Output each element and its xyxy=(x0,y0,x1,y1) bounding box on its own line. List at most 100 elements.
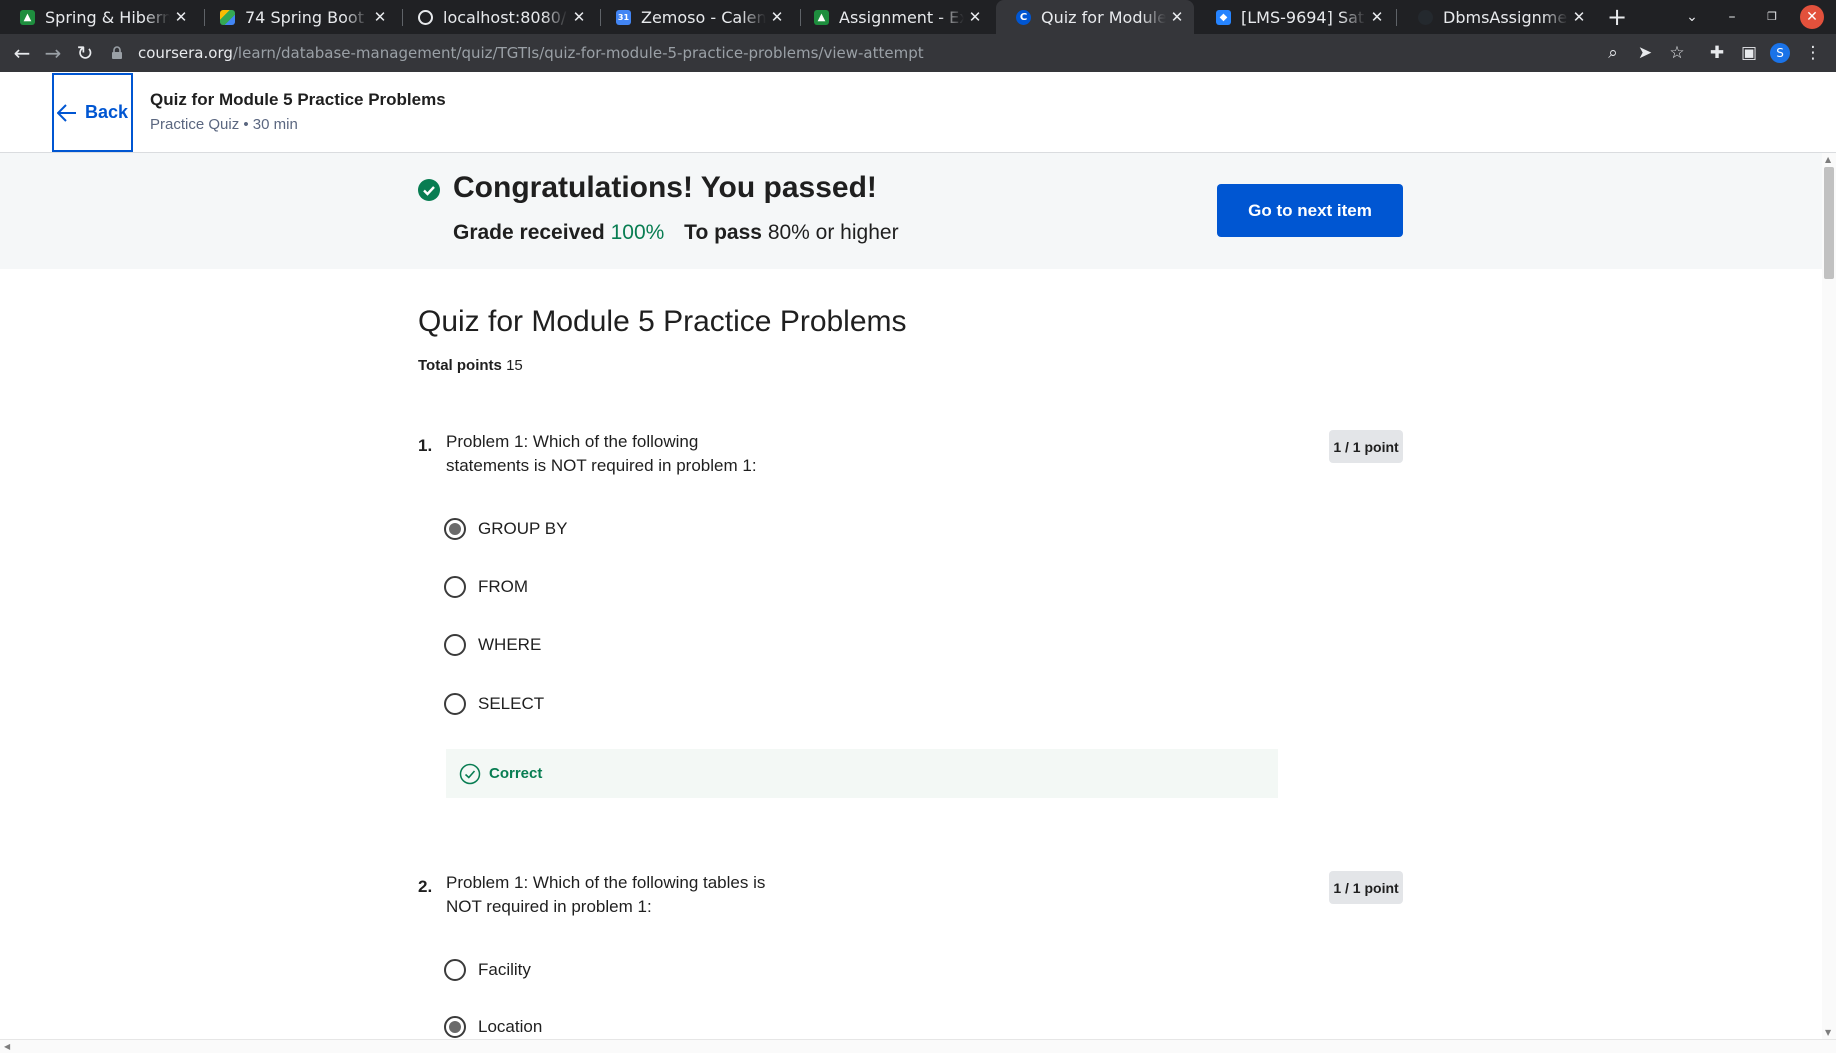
tab-label: 74 Spring Boot - Bu xyxy=(245,7,369,27)
scroll-up-icon[interactable]: ▲ xyxy=(1825,155,1831,164)
total-points-label: Total points xyxy=(418,357,502,374)
tab-quiz-active[interactable]: C Quiz for Module 5 P ✕ xyxy=(996,0,1194,34)
tab-spring-boot[interactable]: 74 Spring Boot - Bu ✕ xyxy=(200,0,397,34)
tab-github[interactable]: DbmsAssignment/C ✕ xyxy=(1398,0,1596,34)
tab-label: DbmsAssignment/C xyxy=(1443,7,1568,27)
url-host: coursera.org xyxy=(138,44,233,62)
close-icon[interactable]: ✕ xyxy=(369,8,391,26)
close-icon[interactable]: ✕ xyxy=(170,8,192,26)
check-circle-icon xyxy=(418,179,440,201)
total-points-value: 15 xyxy=(506,357,523,374)
option-label: FROM xyxy=(478,577,529,596)
close-icon[interactable]: ✕ xyxy=(1568,8,1590,26)
profile-avatar[interactable]: S xyxy=(1770,43,1790,63)
option-from[interactable]: FROM xyxy=(444,574,528,600)
question-number: 2. xyxy=(418,877,433,896)
github-icon xyxy=(1418,9,1433,25)
tab-search-icon[interactable]: ⌄ xyxy=(1680,4,1704,30)
scroll-left-icon[interactable]: ◀ xyxy=(4,1042,10,1051)
minimize-icon[interactable]: – xyxy=(1720,4,1744,30)
calendar-icon: 31 xyxy=(616,9,631,25)
drive-icon xyxy=(220,9,235,25)
grade-value: 100% xyxy=(610,221,665,244)
forward-arrow-icon[interactable]: → xyxy=(40,40,66,66)
new-tab-button[interactable]: + xyxy=(1602,2,1632,32)
tab-label: Zemoso - Calendar - xyxy=(641,7,766,27)
question-number: 1. xyxy=(418,436,433,455)
coursera-icon: C xyxy=(1016,9,1031,25)
jira-icon: ◆ xyxy=(1216,9,1231,25)
page-header: Back Quiz for Module 5 Practice Problems… xyxy=(0,72,1836,153)
tab-localhost[interactable]: localhost:8080/actu ✕ xyxy=(398,0,596,34)
radio-button[interactable] xyxy=(444,1016,466,1038)
reload-icon[interactable]: ↻ xyxy=(72,40,98,66)
scroll-down-icon[interactable]: ▼ xyxy=(1825,1028,1831,1037)
close-icon[interactable]: ✕ xyxy=(964,8,986,26)
option-location[interactable]: Location xyxy=(444,1014,542,1040)
tab-label: Spring & Hibernate xyxy=(45,7,170,27)
points-badge: 1 / 1 point xyxy=(1329,871,1403,904)
side-panel-icon[interactable]: ▣ xyxy=(1738,42,1760,64)
question-1: 1. Problem 1: Which of the following sta… xyxy=(418,430,1403,800)
option-where[interactable]: WHERE xyxy=(444,632,541,658)
back-button[interactable]: Back xyxy=(52,73,133,152)
radio-button[interactable] xyxy=(444,576,466,598)
close-icon[interactable]: ✕ xyxy=(766,8,788,26)
feedback-correct: Correct xyxy=(446,749,1278,798)
feedback-text: Correct xyxy=(489,765,543,782)
radio-button[interactable] xyxy=(444,693,466,715)
vertical-scrollbar[interactable]: ▲ ▼ xyxy=(1822,153,1836,1039)
option-group-by[interactable]: GROUP BY xyxy=(444,516,567,542)
grade-summary: Grade received 100% To pass 80% or highe… xyxy=(453,221,899,245)
radio-button[interactable] xyxy=(444,518,466,540)
extensions-icon[interactable]: ✚ xyxy=(1706,42,1728,64)
question-2: 2. Problem 1: Which of the following tab… xyxy=(418,871,1403,1039)
option-label: WHERE xyxy=(478,635,542,654)
pass-label: To pass xyxy=(684,221,762,244)
menu-icon[interactable]: ⋮ xyxy=(1802,42,1824,64)
option-label: GROUP BY xyxy=(478,519,568,538)
lock-icon xyxy=(112,46,122,59)
back-label: Back xyxy=(84,102,129,122)
restore-icon[interactable]: ❐ xyxy=(1760,4,1784,30)
radio-button[interactable] xyxy=(444,959,466,981)
tab-calendar[interactable]: 31 Zemoso - Calendar - ✕ xyxy=(596,0,794,34)
back-arrow-icon[interactable]: ← xyxy=(9,40,35,66)
horizontal-scrollbar[interactable]: ◀ xyxy=(0,1039,1836,1053)
classroom-icon: ▲ xyxy=(814,9,829,25)
browser-tab-bar: ▲ Spring & Hibernate ✕ 74 Spring Boot - … xyxy=(0,0,1836,34)
pass-title: Congratulations! You passed! xyxy=(453,171,877,204)
tab-label: localhost:8080/actu xyxy=(443,7,568,27)
points-badge: 1 / 1 point xyxy=(1329,430,1403,463)
option-label: Location xyxy=(478,1017,543,1036)
pass-banner: Congratulations! You passed! Grade recei… xyxy=(0,153,1822,269)
tab-label: Quiz for Module 5 P xyxy=(1041,7,1166,27)
address-bar: ← → ↻ coursera.org/learn/database-manage… xyxy=(0,34,1836,72)
url-path: /learn/database-management/quiz/TGTIs/qu… xyxy=(232,44,924,62)
tab-assignment[interactable]: ▲ Assignment - Exten ✕ xyxy=(794,0,992,34)
close-icon[interactable]: ✕ xyxy=(1366,8,1388,26)
option-label: Facility xyxy=(478,960,531,979)
quiz-title: Quiz for Module 5 Practice Problems xyxy=(418,305,907,338)
header-title: Quiz for Module 5 Practice Problems xyxy=(150,90,446,109)
arrow-left-icon xyxy=(56,103,76,122)
close-icon[interactable]: ✕ xyxy=(1166,8,1188,26)
option-select[interactable]: SELECT xyxy=(444,691,544,717)
radio-button[interactable] xyxy=(444,634,466,656)
classroom-icon: ▲ xyxy=(20,9,35,25)
scrollbar-thumb[interactable] xyxy=(1824,167,1834,279)
url-field[interactable]: coursera.org/learn/database-management/q… xyxy=(110,38,1690,68)
globe-icon xyxy=(418,9,433,25)
tab-label: Assignment - Exten xyxy=(839,7,964,27)
send-icon[interactable]: ➤ xyxy=(1634,42,1656,64)
tab-jira[interactable]: ◆ [LMS-9694] Sathvika ✕ xyxy=(1196,0,1394,34)
zoom-icon[interactable]: ⌕ xyxy=(1602,42,1624,64)
window-close-icon[interactable]: ✕ xyxy=(1800,5,1824,29)
check-circle-outline-icon xyxy=(459,763,481,784)
close-icon[interactable]: ✕ xyxy=(568,8,590,26)
bookmark-star-icon[interactable]: ☆ xyxy=(1666,42,1688,64)
go-to-next-item-button[interactable]: Go to next item xyxy=(1217,184,1403,237)
tab-spring-hibernate[interactable]: ▲ Spring & Hibernate ✕ xyxy=(0,0,198,34)
option-facility[interactable]: Facility xyxy=(444,957,531,983)
option-label: SELECT xyxy=(478,694,545,713)
